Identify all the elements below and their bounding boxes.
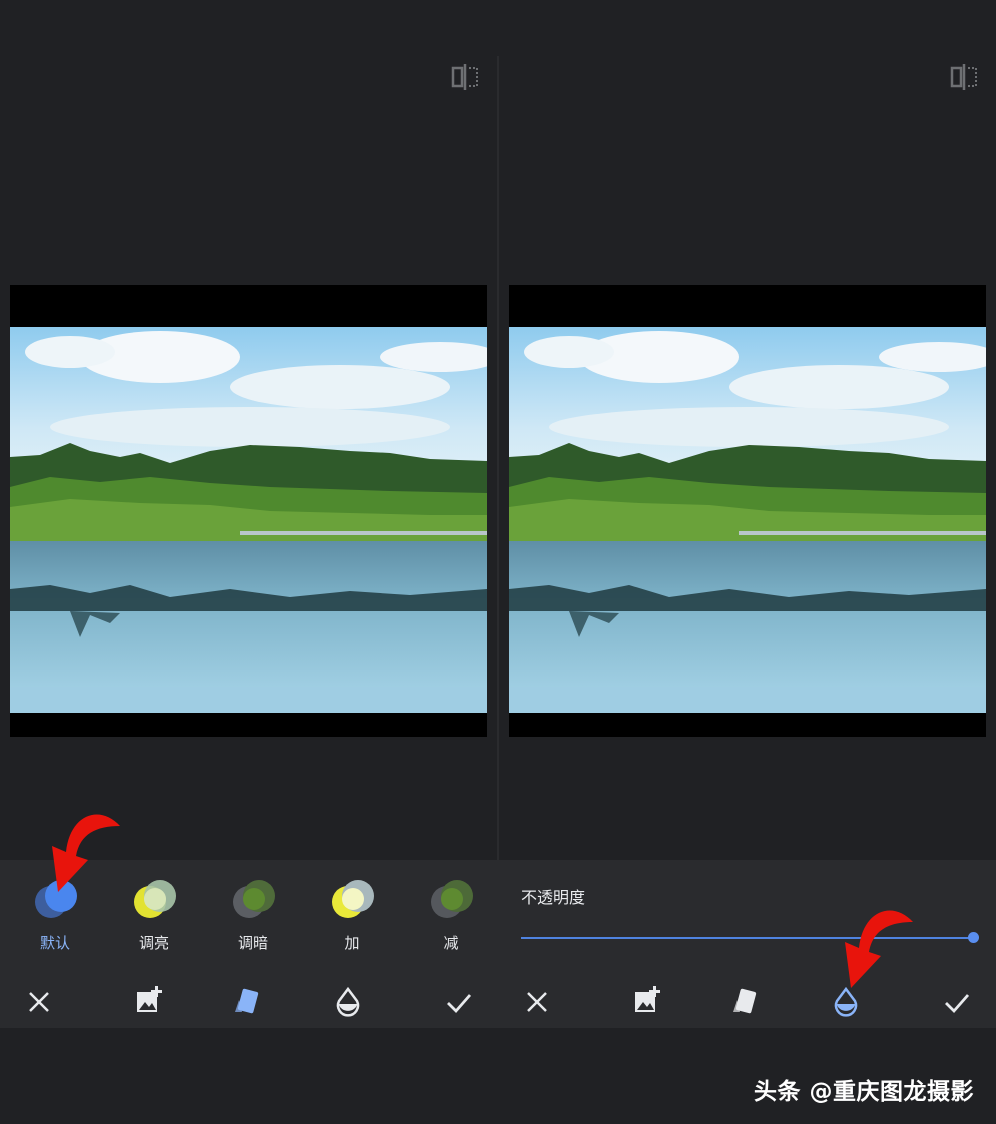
add-image-icon[interactable]	[627, 982, 667, 1022]
lighten-blend-icon	[134, 880, 176, 918]
darken-blend-icon	[233, 880, 275, 918]
blend-mode-icon[interactable]	[726, 982, 766, 1022]
annotation-arrow	[52, 814, 120, 892]
close-icon[interactable]	[517, 982, 557, 1022]
blend-mode-lighten[interactable]: 调亮	[114, 878, 194, 958]
lake-landscape-photo	[509, 327, 986, 713]
opacity-slider-thumb[interactable]	[967, 932, 979, 943]
mode-label: 加	[344, 934, 360, 952]
photo-preview	[509, 285, 986, 737]
check-icon[interactable]	[439, 982, 479, 1022]
opacity-label: 不透明度	[521, 888, 586, 907]
add-image-icon[interactable]	[129, 982, 169, 1022]
compare-icon[interactable]	[451, 64, 479, 90]
blend-mode-darken[interactable]: 调暗	[213, 878, 293, 958]
photo-preview	[10, 285, 487, 737]
top-bar	[0, 0, 996, 56]
blend-mode-add[interactable]: 加	[312, 878, 392, 958]
left-editor-panel: 默认 调亮 调暗 加 减	[0, 56, 497, 1028]
subtract-blend-icon	[431, 880, 473, 918]
annotation-arrow	[845, 910, 913, 988]
mode-label: 默认	[39, 934, 70, 952]
mode-label: 调亮	[138, 934, 169, 952]
check-icon[interactable]	[937, 982, 977, 1022]
opacity-tray: 不透明度	[499, 860, 996, 1028]
blend-mode-icon[interactable]	[228, 982, 268, 1022]
watermark: 头条 @重庆图龙摄影	[753, 1079, 974, 1105]
lake-landscape-photo	[10, 327, 487, 713]
add-blend-icon	[332, 880, 374, 918]
blend-mode-subtract[interactable]: 减	[411, 878, 491, 958]
compare-icon[interactable]	[950, 64, 978, 90]
close-icon[interactable]	[19, 982, 59, 1022]
right-editor-panel: 不透明度	[499, 56, 996, 1028]
opacity-icon[interactable]	[328, 982, 368, 1022]
mode-label: 减	[443, 934, 459, 952]
mode-label: 调暗	[237, 934, 268, 952]
